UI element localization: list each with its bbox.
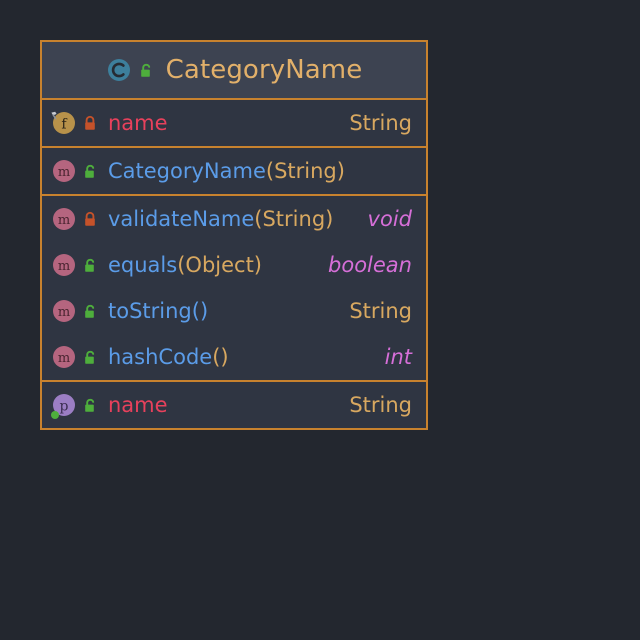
- member-type: String: [349, 393, 412, 417]
- row-icons: m: [51, 298, 98, 324]
- member-name: name: [108, 111, 168, 135]
- class-header-icons: [106, 57, 154, 83]
- member-params: (String): [265, 159, 345, 183]
- method-m-icon: m: [51, 298, 77, 324]
- locked-padlock-orange-icon: [80, 210, 98, 228]
- member-signature: equals(Object): [108, 253, 316, 277]
- member-signature: hashCode(): [108, 345, 373, 369]
- unlocked-padlock-green-icon: [80, 162, 98, 180]
- member-params: (): [212, 345, 229, 369]
- table-row[interactable]: f name String: [42, 100, 426, 146]
- locked-padlock-orange-icon: [80, 114, 98, 132]
- uml-section-methods: m validateName(String) void m equals(Obj…: [42, 194, 426, 380]
- unlocked-padlock-green-icon: [136, 61, 154, 79]
- svg-text:m: m: [58, 351, 70, 366]
- row-icons: m: [51, 158, 98, 184]
- member-name: CategoryName: [108, 159, 266, 183]
- uml-class-header[interactable]: CategoryName: [42, 42, 426, 100]
- member-type: String: [349, 299, 412, 323]
- member-name: name: [108, 393, 168, 417]
- final-pin-icon: [50, 108, 61, 120]
- svg-text:m: m: [58, 305, 70, 320]
- uml-section-constructors: m CategoryName(String): [42, 146, 426, 194]
- table-row[interactable]: m hashCode() int: [42, 334, 426, 380]
- property-p-icon: p: [51, 392, 77, 419]
- method-m-icon: m: [51, 252, 77, 278]
- unlocked-padlock-green-icon: [80, 302, 98, 320]
- svg-text:m: m: [58, 213, 70, 228]
- member-name: hashCode: [108, 345, 213, 369]
- member-type: String: [349, 111, 412, 135]
- getter-dot-icon: [51, 411, 59, 419]
- row-icons: f: [51, 110, 98, 136]
- member-type: int: [384, 345, 412, 369]
- diagram-canvas: CategoryName f name String m CategoryNam…: [0, 0, 640, 640]
- uml-section-properties: p name String: [42, 380, 426, 428]
- member-signature: validateName(String): [108, 207, 356, 231]
- table-row[interactable]: m validateName(String) void: [42, 196, 426, 242]
- row-icons: m: [51, 344, 98, 370]
- table-row[interactable]: p name String: [42, 382, 426, 428]
- member-params: (String): [254, 207, 334, 231]
- method-m-icon: m: [51, 206, 77, 232]
- field-f-icon: f: [51, 110, 77, 136]
- member-signature: name: [108, 393, 337, 417]
- member-name: validateName: [108, 207, 255, 231]
- unlocked-padlock-green-icon: [80, 396, 98, 414]
- method-m-icon: m: [51, 158, 77, 184]
- row-icons: m: [51, 252, 98, 278]
- uml-class-box[interactable]: CategoryName f name String m CategoryNam…: [40, 40, 428, 430]
- member-params: (Object): [177, 253, 262, 277]
- uml-section-fields: f name String: [42, 100, 426, 146]
- row-icons: p: [51, 392, 98, 419]
- unlocked-padlock-green-icon: [80, 348, 98, 366]
- member-name: toString: [108, 299, 192, 323]
- member-signature: CategoryName(String): [108, 159, 400, 183]
- member-type: void: [367, 207, 412, 231]
- unlocked-padlock-green-icon: [80, 256, 98, 274]
- table-row[interactable]: m CategoryName(String): [42, 148, 426, 194]
- member-name: equals: [108, 253, 178, 277]
- table-row[interactable]: m toString() String: [42, 288, 426, 334]
- svg-text:m: m: [58, 165, 70, 180]
- row-icons: m: [51, 206, 98, 232]
- member-type: boolean: [328, 253, 412, 277]
- table-row[interactable]: m equals(Object) boolean: [42, 242, 426, 288]
- method-m-icon: m: [51, 344, 77, 370]
- class-name-label: CategoryName: [165, 55, 363, 85]
- class-c-icon: [106, 57, 132, 83]
- member-signature: toString(): [108, 299, 337, 323]
- svg-text:m: m: [58, 259, 70, 274]
- member-params: (): [191, 299, 209, 323]
- member-signature: name: [108, 111, 337, 135]
- svg-text:p: p: [60, 398, 69, 414]
